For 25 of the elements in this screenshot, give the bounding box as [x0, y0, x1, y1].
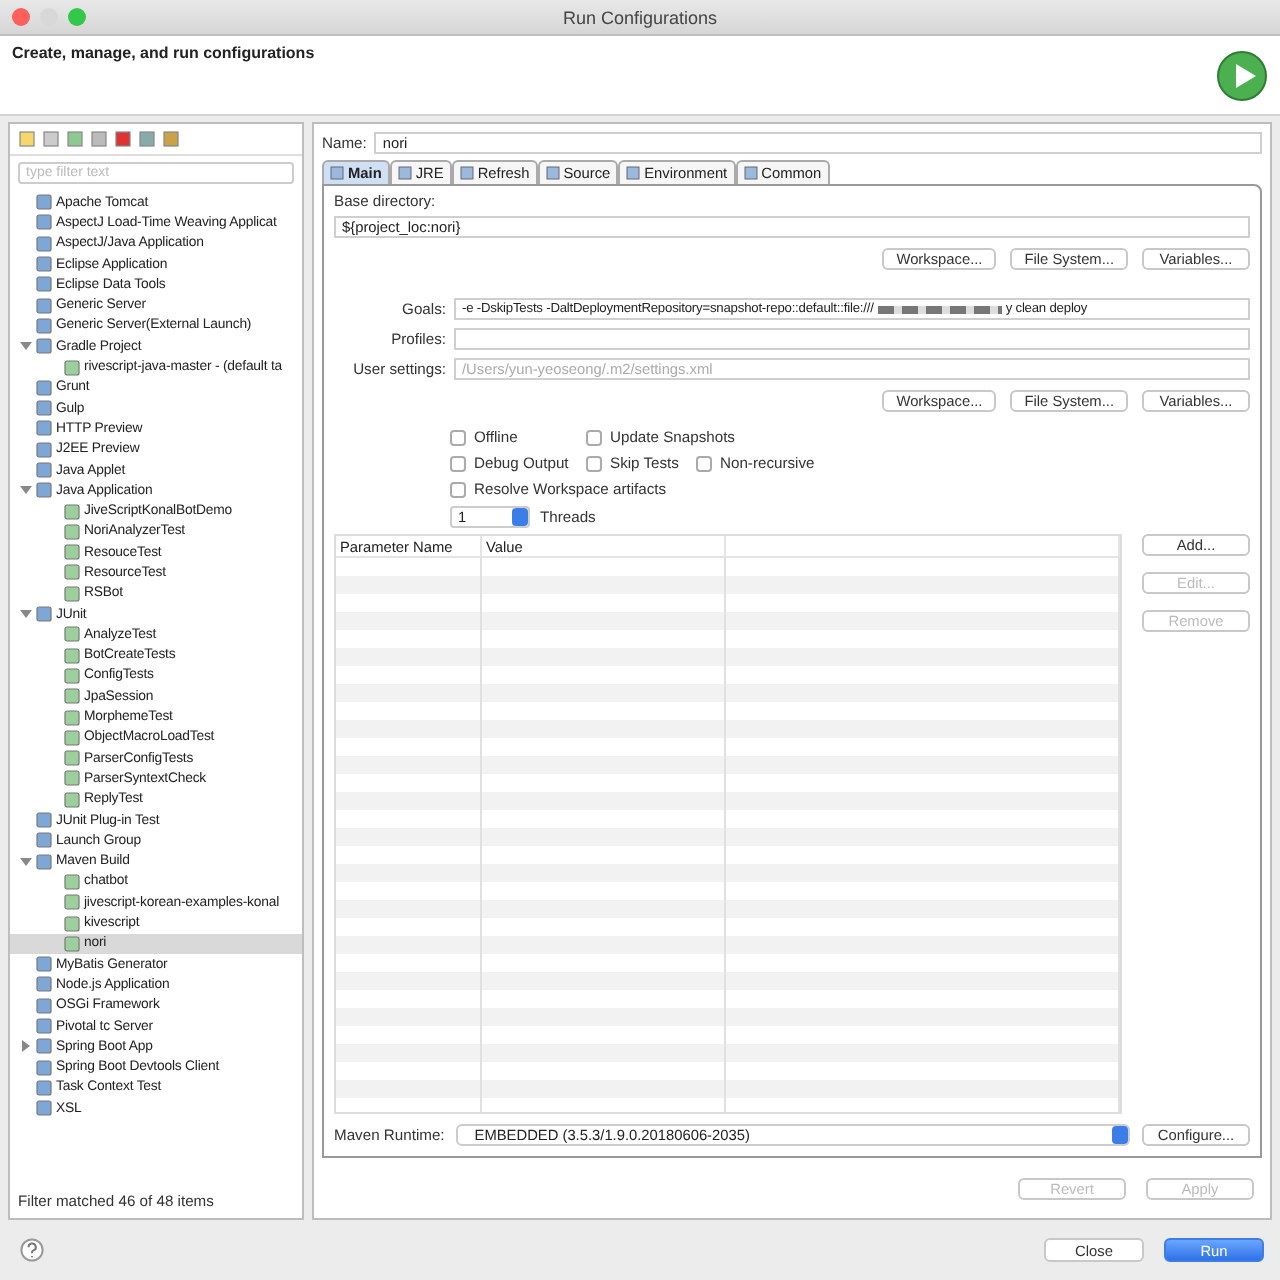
disclosure-triangle-icon[interactable]: [19, 1040, 31, 1053]
tab-icon: [743, 166, 758, 180]
checkbox[interactable]: [586, 455, 602, 471]
checkbox[interactable]: [450, 455, 466, 471]
checkbox[interactable]: [696, 455, 712, 471]
disclosure-triangle-icon[interactable]: [19, 340, 31, 353]
run-icon: [1216, 49, 1268, 101]
disclosure-triangle-icon[interactable]: [19, 608, 31, 621]
dialog-heading: Create, manage, and run configurations: [12, 44, 315, 62]
tab-icon: [330, 166, 344, 180]
help-icon[interactable]: [20, 1238, 44, 1262]
profiles-field[interactable]: [454, 328, 1250, 350]
tab-icon: [626, 166, 641, 180]
close-window-icon[interactable]: [12, 8, 30, 26]
tab-icon: [397, 166, 412, 180]
tab-icon: [545, 166, 560, 180]
redacted-text: [877, 305, 1002, 313]
checkbox[interactable]: [450, 481, 466, 497]
disclosure-triangle-icon[interactable]: [19, 855, 31, 868]
tab-icon: [459, 166, 474, 180]
checkbox[interactable]: [450, 429, 466, 445]
zoom-window-icon[interactable]: [68, 8, 86, 26]
disclosure-triangle-icon[interactable]: [19, 484, 31, 497]
checkbox[interactable]: [586, 429, 602, 445]
window-title: Run Configurations: [562, 7, 718, 27]
